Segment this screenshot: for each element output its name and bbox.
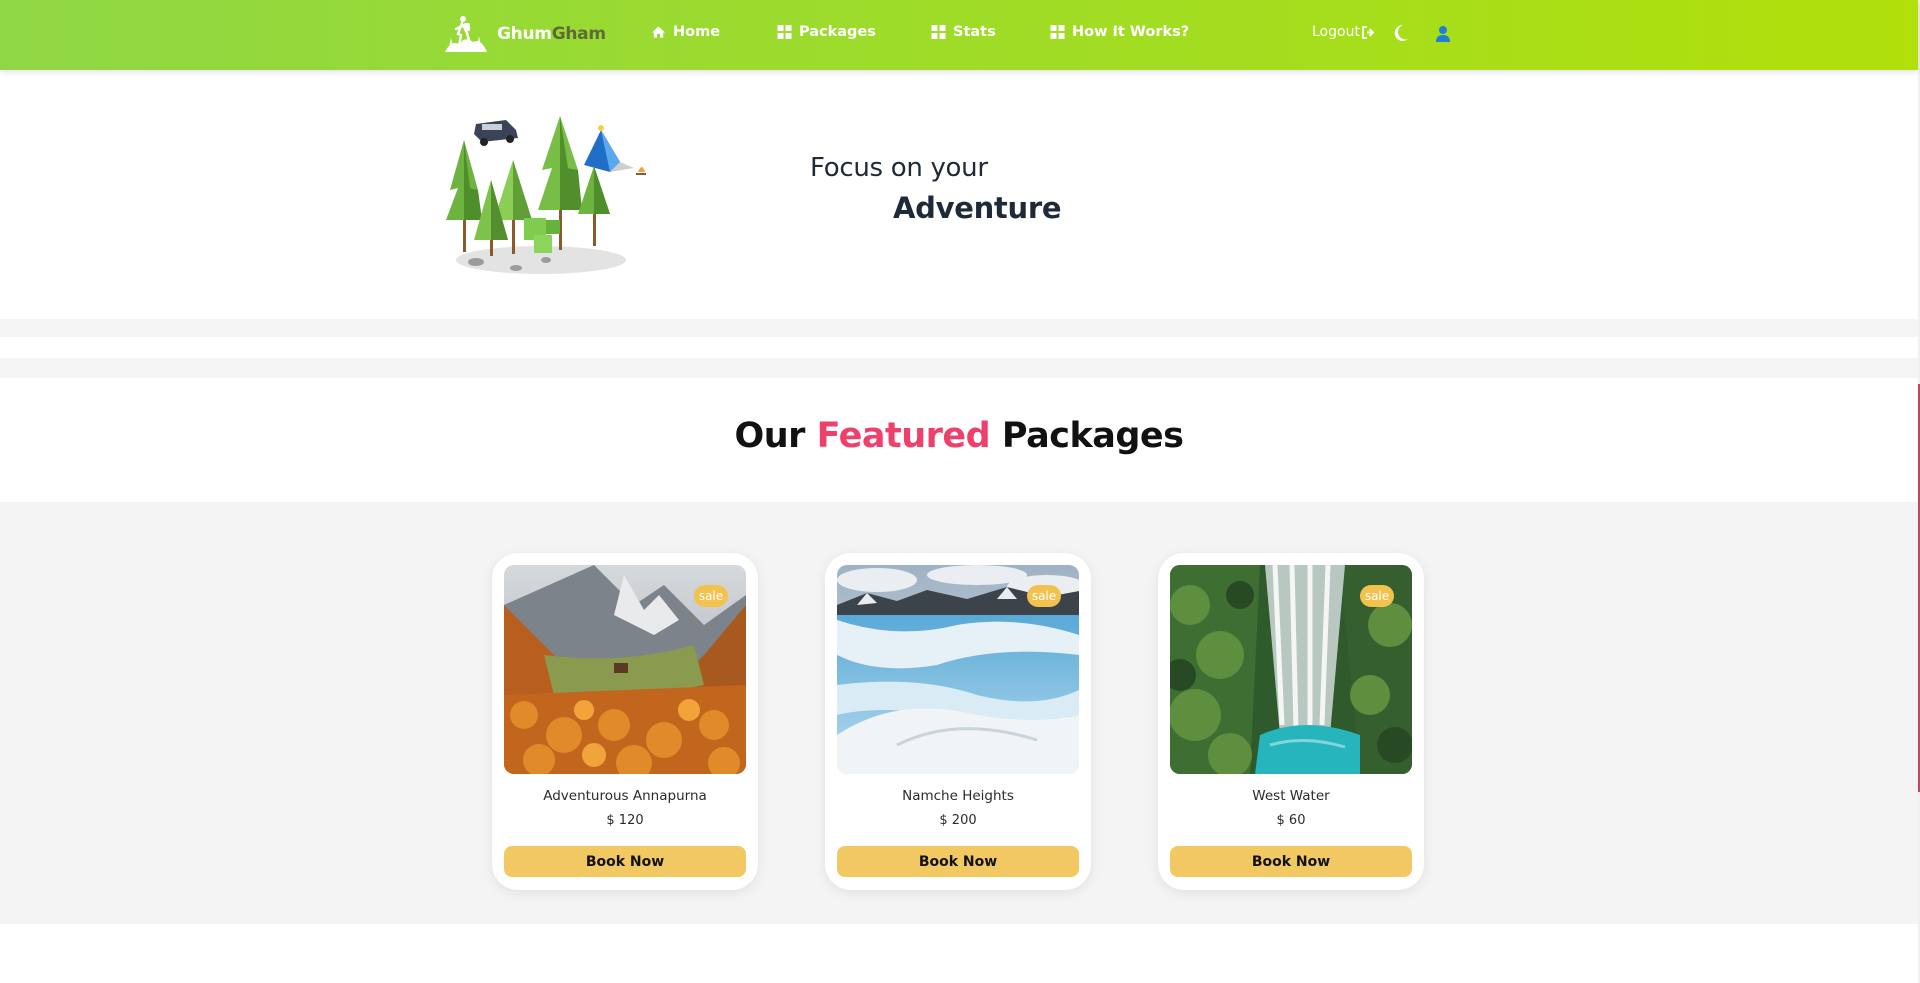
book-now-button[interactable]: Book Now	[1170, 846, 1412, 877]
nav-packages-link[interactable]: Packages	[777, 24, 876, 40]
sale-badge: sale	[694, 585, 728, 607]
sale-badge: sale	[1360, 585, 1394, 607]
brand-name: GhumGham	[497, 24, 606, 44]
nav-packages-label: Packages	[799, 24, 876, 40]
nav-home-link[interactable]: Home	[651, 24, 720, 40]
package-name: Namche Heights	[902, 788, 1014, 804]
hiker-logo-icon	[445, 16, 487, 52]
package-card: sale Adventurous Annapurna $ 120 Book No…	[492, 553, 758, 890]
hero-title-line1: Focus on your	[810, 153, 988, 183]
book-now-button[interactable]: Book Now	[837, 846, 1079, 877]
package-card: sale Namche Heights $ 200 Book Now	[825, 553, 1091, 890]
package-name: Adventurous Annapurna	[543, 788, 707, 804]
heading-part1: Our	[734, 416, 806, 456]
home-icon	[651, 26, 666, 38]
page: GhumGham Home Packages Stats How It Work…	[0, 0, 1920, 983]
package-price: $ 60	[1276, 813, 1306, 828]
nav-home-label: Home	[673, 24, 721, 40]
package-image[interactable]: sale	[837, 565, 1079, 774]
package-price: $ 200	[939, 813, 977, 828]
sale-badge: sale	[1027, 585, 1061, 607]
grid-icon	[777, 25, 792, 39]
grid-icon	[931, 25, 946, 39]
package-card: sale West Water $ 60 Book Now	[1158, 553, 1424, 890]
nav-stats-link[interactable]: Stats	[931, 24, 996, 40]
section-divider	[0, 358, 1918, 378]
heading-accent: Featured	[816, 416, 991, 456]
nav-how-it-works-link[interactable]: How It Works?	[1050, 24, 1189, 40]
section-divider	[0, 319, 1918, 337]
featured-packages-heading: Our Featured Packages	[0, 416, 1918, 456]
camping-forest-illustration	[446, 116, 646, 274]
brand-logo-link[interactable]: GhumGham	[443, 14, 606, 54]
brand-name-part1: Ghum	[497, 24, 552, 44]
package-name: West Water	[1252, 788, 1330, 804]
brand-name-part2: Gham	[551, 24, 606, 44]
user-icon[interactable]	[1435, 25, 1451, 42]
logout-label: Logout	[1312, 24, 1360, 40]
logout-icon	[1362, 25, 1375, 39]
package-image[interactable]: sale	[504, 565, 746, 774]
nav-how-it-works-label: How It Works?	[1072, 24, 1190, 40]
heading-part3: Packages	[1001, 416, 1184, 456]
book-now-button[interactable]: Book Now	[504, 846, 746, 877]
nav-stats-label: Stats	[953, 24, 996, 40]
grid-icon	[1050, 25, 1065, 39]
navbar: GhumGham Home Packages Stats How It Work…	[0, 0, 1918, 70]
navbar-inner: GhumGham Home Packages Stats How It Work…	[443, 0, 1453, 70]
moon-icon[interactable]	[1393, 24, 1409, 42]
logout-link[interactable]: Logout	[1312, 24, 1376, 40]
hero-title-line2: Adventure	[893, 191, 1062, 225]
package-price: $ 120	[606, 813, 644, 828]
package-image[interactable]: sale	[1170, 565, 1412, 774]
